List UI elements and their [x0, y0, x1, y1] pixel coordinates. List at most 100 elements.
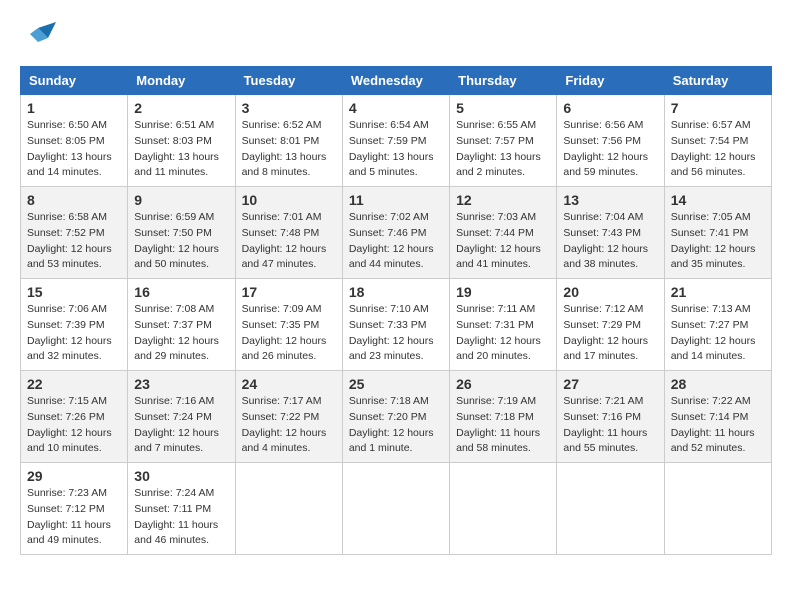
day-info: Sunrise: 6:52 AMSunset: 8:01 PMDaylight:…: [242, 118, 336, 181]
calendar-cell: 27Sunrise: 7:21 AMSunset: 7:16 PMDayligh…: [557, 371, 664, 463]
calendar-cell: [557, 463, 664, 555]
calendar-cell: 5Sunrise: 6:55 AMSunset: 7:57 PMDaylight…: [450, 95, 557, 187]
day-number: 26: [456, 376, 550, 392]
calendar-table: SundayMondayTuesdayWednesdayThursdayFrid…: [20, 66, 772, 555]
day-info: Sunrise: 7:22 AMSunset: 7:14 PMDaylight:…: [671, 394, 765, 457]
day-number: 3: [242, 100, 336, 116]
day-number: 21: [671, 284, 765, 300]
calendar-week-row: 22 Sunrise: 7:15 AMSunset: 7:26 PMDayligh…: [21, 371, 772, 463]
day-number: 22: [27, 376, 121, 392]
day-number: 6: [563, 100, 657, 116]
calendar-cell: 30Sunrise: 7:24 AMSunset: 7:11 PMDayligh…: [128, 463, 235, 555]
calendar-cell: 10 Sunrise: 7:01 AMSunset: 7:48 PMDayligh…: [235, 187, 342, 279]
weekday-header-thursday: Thursday: [450, 67, 557, 95]
calendar-cell: 9 Sunrise: 6:59 AMSunset: 7:50 PMDaylight…: [128, 187, 235, 279]
day-info: Sunrise: 7:08 AMSunset: 7:37 PMDaylight:…: [134, 302, 228, 365]
day-info: Sunrise: 6:54 AMSunset: 7:59 PMDaylight:…: [349, 118, 443, 181]
calendar-cell: 16 Sunrise: 7:08 AMSunset: 7:37 PMDayligh…: [128, 279, 235, 371]
day-info: Sunrise: 7:01 AMSunset: 7:48 PMDaylight:…: [242, 210, 336, 273]
page-header: [20, 20, 772, 56]
day-info: Sunrise: 7:13 AMSunset: 7:27 PMDaylight:…: [671, 302, 765, 365]
day-info: Sunrise: 7:06 AMSunset: 7:39 PMDaylight:…: [27, 302, 121, 365]
day-info: Sunrise: 6:55 AMSunset: 7:57 PMDaylight:…: [456, 118, 550, 181]
calendar-week-row: 1 Sunrise: 6:50 AMSunset: 8:05 PMDaylight…: [21, 95, 772, 187]
calendar-cell: 1 Sunrise: 6:50 AMSunset: 8:05 PMDaylight…: [21, 95, 128, 187]
calendar-cell: 20 Sunrise: 7:12 AMSunset: 7:29 PMDayligh…: [557, 279, 664, 371]
day-number: 7: [671, 100, 765, 116]
weekday-header-monday: Monday: [128, 67, 235, 95]
day-info: Sunrise: 7:05 AMSunset: 7:41 PMDaylight:…: [671, 210, 765, 273]
day-number: 19: [456, 284, 550, 300]
calendar-cell: 19 Sunrise: 7:11 AMSunset: 7:31 PMDayligh…: [450, 279, 557, 371]
calendar-cell: 25Sunrise: 7:18 AMSunset: 7:20 PMDayligh…: [342, 371, 449, 463]
calendar-week-row: 29 Sunrise: 7:23 AMSunset: 7:12 PMDayligh…: [21, 463, 772, 555]
calendar-cell: 6 Sunrise: 6:56 AMSunset: 7:56 PMDaylight…: [557, 95, 664, 187]
calendar-cell: 4Sunrise: 6:54 AMSunset: 7:59 PMDaylight…: [342, 95, 449, 187]
day-number: 8: [27, 192, 121, 208]
day-number: 27: [563, 376, 657, 392]
calendar-cell: 17Sunrise: 7:09 AMSunset: 7:35 PMDayligh…: [235, 279, 342, 371]
day-number: 11: [349, 192, 443, 208]
day-info: Sunrise: 7:24 AMSunset: 7:11 PMDaylight:…: [134, 486, 228, 549]
calendar-cell: 24 Sunrise: 7:17 AMSunset: 7:22 PMDayligh…: [235, 371, 342, 463]
calendar-cell: 28 Sunrise: 7:22 AMSunset: 7:14 PMDayligh…: [664, 371, 771, 463]
day-number: 12: [456, 192, 550, 208]
day-info: Sunrise: 7:12 AMSunset: 7:29 PMDaylight:…: [563, 302, 657, 365]
day-info: Sunrise: 6:56 AMSunset: 7:56 PMDaylight:…: [563, 118, 657, 181]
day-info: Sunrise: 6:50 AMSunset: 8:05 PMDaylight:…: [27, 118, 121, 181]
day-info: Sunrise: 6:51 AMSunset: 8:03 PMDaylight:…: [134, 118, 228, 181]
day-info: Sunrise: 6:57 AMSunset: 7:54 PMDaylight:…: [671, 118, 765, 181]
calendar-cell: 2 Sunrise: 6:51 AMSunset: 8:03 PMDaylight…: [128, 95, 235, 187]
day-info: Sunrise: 7:04 AMSunset: 7:43 PMDaylight:…: [563, 210, 657, 273]
calendar-cell: 12 Sunrise: 7:03 AMSunset: 7:44 PMDayligh…: [450, 187, 557, 279]
day-number: 2: [134, 100, 228, 116]
day-number: 13: [563, 192, 657, 208]
day-number: 9: [134, 192, 228, 208]
day-number: 18: [349, 284, 443, 300]
calendar-week-row: 8Sunrise: 6:58 AMSunset: 7:52 PMDaylight…: [21, 187, 772, 279]
calendar-cell: [235, 463, 342, 555]
weekday-header-friday: Friday: [557, 67, 664, 95]
day-number: 23: [134, 376, 228, 392]
calendar-cell: 3 Sunrise: 6:52 AMSunset: 8:01 PMDaylight…: [235, 95, 342, 187]
weekday-header-tuesday: Tuesday: [235, 67, 342, 95]
day-info: Sunrise: 7:10 AMSunset: 7:33 PMDaylight:…: [349, 302, 443, 365]
day-info: Sunrise: 7:16 AMSunset: 7:24 PMDaylight:…: [134, 394, 228, 457]
day-number: 17: [242, 284, 336, 300]
calendar-body: 1 Sunrise: 6:50 AMSunset: 8:05 PMDaylight…: [21, 95, 772, 555]
calendar-cell: [342, 463, 449, 555]
calendar-cell: 18 Sunrise: 7:10 AMSunset: 7:33 PMDayligh…: [342, 279, 449, 371]
weekday-header-saturday: Saturday: [664, 67, 771, 95]
day-info: Sunrise: 7:17 AMSunset: 7:22 PMDaylight:…: [242, 394, 336, 457]
calendar-cell: 15Sunrise: 7:06 AMSunset: 7:39 PMDayligh…: [21, 279, 128, 371]
day-number: 16: [134, 284, 228, 300]
calendar-cell: 21 Sunrise: 7:13 AMSunset: 7:27 PMDayligh…: [664, 279, 771, 371]
calendar-cell: [664, 463, 771, 555]
day-number: 20: [563, 284, 657, 300]
day-number: 29: [27, 468, 121, 484]
day-info: Sunrise: 7:11 AMSunset: 7:31 PMDaylight:…: [456, 302, 550, 365]
day-info: Sunrise: 7:15 AMSunset: 7:26 PMDaylight:…: [27, 394, 121, 457]
day-info: Sunrise: 7:02 AMSunset: 7:46 PMDaylight:…: [349, 210, 443, 273]
calendar-cell: 22 Sunrise: 7:15 AMSunset: 7:26 PMDayligh…: [21, 371, 128, 463]
day-number: 24: [242, 376, 336, 392]
day-info: Sunrise: 6:59 AMSunset: 7:50 PMDaylight:…: [134, 210, 228, 273]
day-number: 14: [671, 192, 765, 208]
calendar-cell: 11 Sunrise: 7:02 AMSunset: 7:46 PMDayligh…: [342, 187, 449, 279]
day-info: Sunrise: 7:03 AMSunset: 7:44 PMDaylight:…: [456, 210, 550, 273]
calendar-week-row: 15Sunrise: 7:06 AMSunset: 7:39 PMDayligh…: [21, 279, 772, 371]
calendar-cell: 26 Sunrise: 7:19 AMSunset: 7:18 PMDayligh…: [450, 371, 557, 463]
day-number: 1: [27, 100, 121, 116]
day-info: Sunrise: 7:19 AMSunset: 7:18 PMDaylight:…: [456, 394, 550, 457]
calendar-cell: 29 Sunrise: 7:23 AMSunset: 7:12 PMDayligh…: [21, 463, 128, 555]
logo-icon: [20, 20, 56, 56]
calendar-cell: [450, 463, 557, 555]
day-number: 28: [671, 376, 765, 392]
weekday-header-wednesday: Wednesday: [342, 67, 449, 95]
calendar-cell: 14 Sunrise: 7:05 AMSunset: 7:41 PMDayligh…: [664, 187, 771, 279]
calendar-cell: 7 Sunrise: 6:57 AMSunset: 7:54 PMDaylight…: [664, 95, 771, 187]
day-info: Sunrise: 7:23 AMSunset: 7:12 PMDaylight:…: [27, 486, 121, 549]
day-number: 10: [242, 192, 336, 208]
calendar-cell: 8Sunrise: 6:58 AMSunset: 7:52 PMDaylight…: [21, 187, 128, 279]
weekday-header-sunday: Sunday: [21, 67, 128, 95]
